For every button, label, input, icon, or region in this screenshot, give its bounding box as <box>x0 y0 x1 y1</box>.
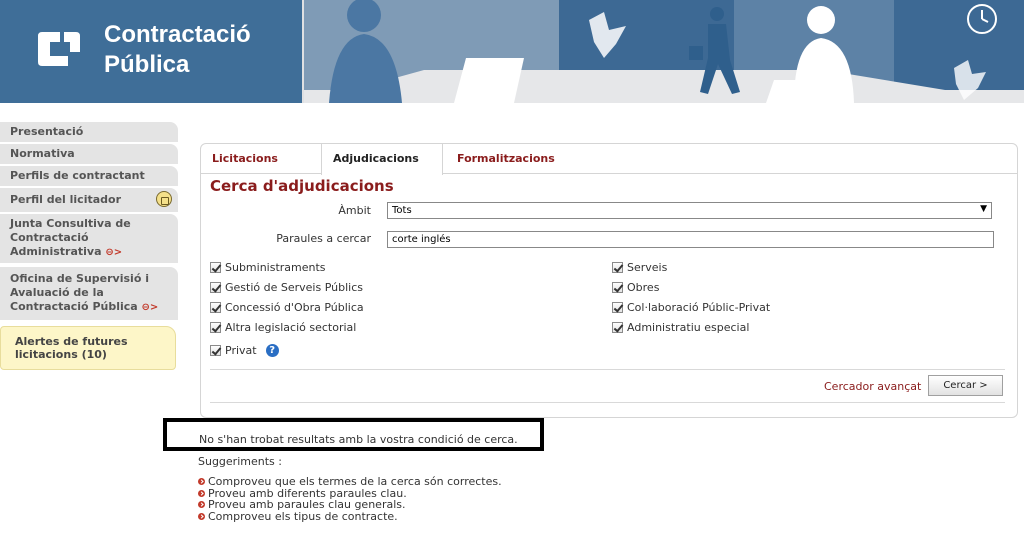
checkbox-label: Col·laboració Públic-Privat <box>627 301 771 314</box>
suggestion-text: Proveu amb paraules clau generals. <box>208 498 406 511</box>
page-title: Cerca d'adjudicacions <box>210 177 394 195</box>
tab-adjudicacions[interactable]: Adjudicacions <box>321 144 443 175</box>
sidebar-item-junta-consultiva[interactable]: Junta Consultiva de Contractació Adminis… <box>0 214 178 265</box>
dropdown-arrow-icon: ▼ <box>980 204 987 214</box>
checkbox-box[interactable] <box>210 282 221 293</box>
sidebar-alerts-box[interactable]: Alertes de futures licitacions (10) <box>0 326 176 370</box>
sidebar-item-label: Presentació <box>10 125 84 138</box>
clock-icon <box>967 4 997 34</box>
sidebar-item-oficina-supervisio[interactable]: Oficina de Supervisió i Avaluació de la … <box>0 267 178 322</box>
checkbox-gestio-serveis-publics[interactable]: Gestió de Serveis Públics <box>210 281 363 294</box>
search-panel: Licitacions Adjudicacions Formalitzacion… <box>200 143 1018 418</box>
divider <box>210 402 1005 403</box>
suggestion-text: Comproveu que els termes de la cerca són… <box>208 475 502 488</box>
checkbox-label: Privat <box>225 344 257 357</box>
ambit-select[interactable]: Tots ▼ <box>387 202 992 219</box>
sidebar-item-label: Normativa <box>10 147 75 160</box>
checkbox-serveis[interactable]: Serveis <box>612 261 667 274</box>
bullet-arrow-icon <box>198 478 205 486</box>
ambit-label: Àmbit <box>338 204 371 217</box>
divider <box>210 369 1005 370</box>
logo-icon <box>38 32 80 66</box>
logo-panel[interactable]: Contractació Pública <box>0 0 302 103</box>
checkbox-box[interactable] <box>210 262 221 273</box>
search-button[interactable]: Cercar > <box>928 375 1003 396</box>
checkbox-box[interactable] <box>210 302 221 313</box>
bullet-arrow-icon <box>198 512 205 520</box>
checkbox-label: Subministraments <box>225 261 326 274</box>
checkbox-box[interactable] <box>210 345 221 356</box>
bullet-arrow-icon <box>198 489 205 497</box>
checkbox-label: Obres <box>627 281 660 294</box>
checkbox-subministraments[interactable]: Subministraments <box>210 261 326 274</box>
keywords-input[interactable] <box>387 231 994 248</box>
sidebar-item-label: Perfil del licitador <box>10 193 122 206</box>
sidebar-item-perfil-licitador[interactable]: Perfil del licitador <box>0 188 178 214</box>
bullet-arrow-icon <box>198 501 205 509</box>
checkbox-box[interactable] <box>612 322 623 333</box>
checkbox-label: Gestió de Serveis Públics <box>225 281 363 294</box>
tab-bar: Licitacions Adjudicacions Formalitzacion… <box>201 144 1017 175</box>
sidebar-nav: Presentació Normativa Perfils de contrac… <box>0 122 182 370</box>
ambit-selected-value: Tots <box>392 205 412 216</box>
tab-licitacions[interactable]: Licitacions <box>201 144 321 174</box>
sidebar-item-label: Perfils de contractant <box>10 169 145 182</box>
checkbox-box[interactable] <box>612 282 623 293</box>
checkbox-label: Administratiu especial <box>627 321 750 334</box>
suggestion-text: Comproveu els tipus de contracte. <box>208 509 398 523</box>
checkbox-label: Concessió d'Obra Pública <box>225 301 364 314</box>
checkbox-box[interactable] <box>210 322 221 333</box>
suggestions-title: Suggeriments : <box>198 455 282 468</box>
header-banner-image <box>304 0 1024 103</box>
help-icon[interactable]: ? <box>265 344 279 357</box>
header: Contractació Pública <box>0 0 1024 103</box>
checkbox-box[interactable] <box>612 302 623 313</box>
checkbox-altra-legislacio[interactable]: Altra legislació sectorial <box>210 321 356 334</box>
no-results-message: No s'han trobat resultats amb la vostra … <box>199 433 518 446</box>
external-link-icon: ⊖> <box>105 247 123 258</box>
sidebar-item-perfils-contractant[interactable]: Perfils de contractant <box>0 166 178 188</box>
logo-text: Contractació Pública <box>104 20 251 80</box>
list-item: Comproveu que els termes de la cerca són… <box>198 476 502 488</box>
checkbox-administratiu-especial[interactable]: Administratiu especial <box>612 321 749 334</box>
tab-formalitzacions[interactable]: Formalitzacions <box>446 144 586 174</box>
checkbox-concessio-obra-publica[interactable]: Concessió d'Obra Pública <box>210 301 364 314</box>
checkbox-label: Serveis <box>627 261 668 274</box>
sidebar-item-normativa[interactable]: Normativa <box>0 144 178 166</box>
logo-line-2: Pública <box>104 51 190 78</box>
list-item: Comproveu els tipus de contracte. <box>198 509 502 523</box>
checkbox-obres[interactable]: Obres <box>612 281 659 294</box>
advanced-search-link[interactable]: Cercador avançat <box>824 380 921 393</box>
no-results-box: No s'han trobat resultats amb la vostra … <box>163 418 544 451</box>
checkbox-label: Altra legislació sectorial <box>225 321 357 334</box>
list-item: Proveu amb paraules clau generals. <box>198 499 502 511</box>
sidebar-item-label: Oficina de Supervisió i Avaluació de la … <box>10 272 149 313</box>
suggestions-list: Comproveu que els termes de la cerca són… <box>198 476 502 522</box>
lock-icon <box>156 191 172 207</box>
checkbox-privat[interactable]: Privat ? <box>210 344 279 357</box>
external-link-icon: ⊖> <box>141 302 159 313</box>
checkbox-box[interactable] <box>612 262 623 273</box>
checkbox-collaboracio-public-privat[interactable]: Col·laboració Públic-Privat <box>612 301 770 314</box>
logo-line-1: Contractació <box>104 21 251 48</box>
sidebar-item-presentacio[interactable]: Presentació <box>0 122 178 144</box>
keywords-label: Paraules a cercar <box>276 232 371 245</box>
alerts-label: Alertes de futures licitacions (10) <box>15 335 128 361</box>
